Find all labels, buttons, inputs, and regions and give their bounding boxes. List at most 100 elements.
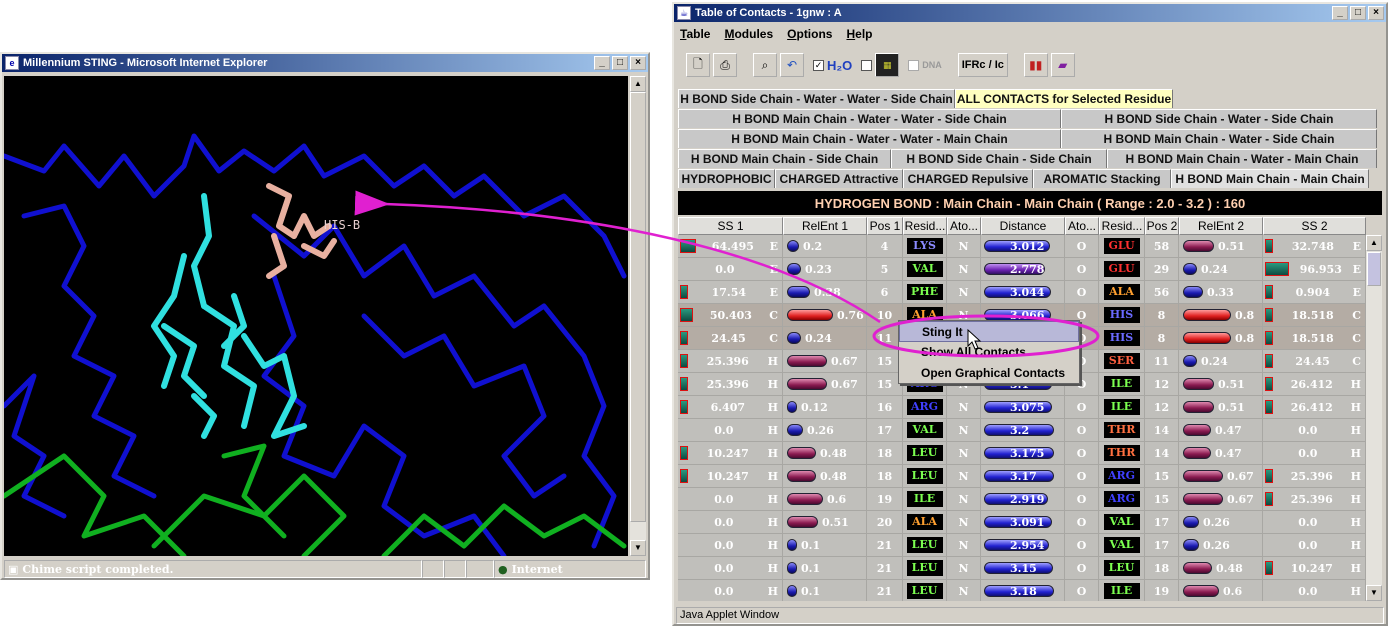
molecule-viewer[interactable]: HIS-B [4, 76, 628, 556]
ss-bar [680, 239, 697, 253]
col-ss1[interactable]: SS 1 [678, 217, 783, 235]
tab-hb-sc-sc[interactable]: H BOND Side Chain - Side Chain [891, 149, 1107, 168]
ie-zone: ● Internet [494, 560, 646, 578]
print-button[interactable]: ⎙ [713, 53, 737, 77]
table-row[interactable]: 0.0 H 0.26 17 VAL N 3.2 O THR 14 0.47 0.0 H [678, 419, 1366, 442]
ifrc-button[interactable]: IFRc / Ic [957, 53, 1008, 77]
ie-titlebar[interactable]: e Millennium STING - Microsoft Internet … [2, 54, 648, 72]
residue-name: LEU [906, 468, 943, 484]
relent-cell: 0.6 [1179, 580, 1263, 601]
pos-cell: 17 [867, 419, 903, 441]
col-relent2[interactable]: RelEnt 2 [1179, 217, 1263, 235]
color-scheme-button[interactable]: ▦ [875, 53, 900, 77]
tab-hydrophobic[interactable]: HYDROPHOBIC [678, 169, 775, 188]
table-row[interactable]: 17.54 E 0.38 6 PHE N 3.044 O ALA 56 0.33 0.904 E [678, 281, 1366, 304]
ss-bar [680, 400, 688, 414]
col-resid1[interactable]: Resid... [903, 217, 947, 235]
menu-help[interactable]: Help [846, 27, 872, 41]
ss-value: 0.0 [715, 262, 735, 276]
bar-chart-button[interactable]: ▮▮ [1023, 53, 1048, 77]
menu-table[interactable]: Table [680, 27, 710, 41]
relent-cell: 0.47 [1179, 442, 1263, 464]
menu-item-sting-it[interactable]: Sting It [899, 321, 1079, 342]
minimize-icon[interactable]: _ [594, 56, 610, 70]
ie-status-bar: ▣ Chime script completed. ● Internet [4, 560, 646, 578]
tab-hb-mc-mc[interactable]: H BOND Main Chain - Main Chain [1171, 169, 1369, 188]
table-row[interactable]: 0.0 H 0.1 21 LEU N 3.15 O LEU 18 0.48 10.247 H [678, 557, 1366, 580]
tab-aromatic-stacking[interactable]: AROMATIC Stacking [1033, 169, 1171, 188]
backbone-blue [361, 313, 567, 499]
ie-vertical-scrollbar[interactable]: ▲ ▼ [630, 76, 646, 556]
col-atom2[interactable]: Ato... [1065, 217, 1099, 235]
table-row[interactable]: 10.247 H 0.48 18 LEU N 3.17 O ARG 15 0.67 25.396 H [678, 465, 1366, 488]
scroll-down-icon[interactable]: ▼ [630, 540, 646, 556]
tab-all-contacts[interactable]: ALL CONTACTS for Selected Residue [955, 89, 1173, 108]
menu-item-show-all-contacts[interactable]: Show All Contacts [899, 342, 1079, 363]
atom-cell: O [1065, 235, 1099, 257]
dna-checkbox[interactable] [908, 59, 920, 71]
relent-cell: 0.67 [1179, 488, 1263, 510]
relent-value: 0.76 [837, 308, 864, 322]
col-relent1[interactable]: RelEnt 1 [783, 217, 867, 235]
tab-hb-mc-w-sc[interactable]: H BOND Main Chain - Water - Side Chain [1061, 129, 1377, 148]
col-pos1[interactable]: Pos 1 [867, 217, 903, 235]
tab-hb-mc-w-w-mc[interactable]: H BOND Main Chain - Water - Water - Main… [678, 129, 1061, 148]
maximize-icon[interactable]: □ [612, 56, 628, 70]
table-row[interactable]: 0.0 H 0.51 20 ALA N 3.091 O VAL 17 0.26 0.0 H [678, 511, 1366, 534]
ss-cell: 0.0 H [1263, 511, 1366, 533]
scroll-thumb[interactable] [1367, 252, 1381, 286]
col-distance[interactable]: Distance [981, 217, 1065, 235]
menu-item-open-graphical-contacts[interactable]: Open Graphical Contacts [899, 363, 1079, 384]
residue-name: ILE [906, 491, 943, 507]
menu-modules[interactable]: Modules [724, 27, 773, 41]
tab-charged-repulsive[interactable]: CHARGED Repulsive [903, 169, 1033, 188]
undo-icon: ↶ [786, 58, 798, 72]
col-atom1[interactable]: Ato... [947, 217, 981, 235]
scroll-down-icon[interactable]: ▼ [1366, 585, 1382, 601]
table-row[interactable]: 0.0 H 0.6 19 ILE N 2.919 O ARG 15 0.67 25.396 H [678, 488, 1366, 511]
table-row[interactable]: 0.0 H 0.1 21 LEU N 2.954 O VAL 17 0.26 0.0 H [678, 534, 1366, 557]
col-ss2[interactable]: SS 2 [1263, 217, 1366, 235]
scroll-up-icon[interactable]: ▲ [630, 76, 646, 92]
table-row[interactable]: 10.247 H 0.48 18 LEU N 3.175 O THR 14 0.47 0.0 H [678, 442, 1366, 465]
undo-button[interactable]: ↶ [780, 53, 804, 77]
tab-hb-mc-w-w-sc[interactable]: H BOND Main Chain - Water - Water - Side… [678, 109, 1061, 128]
table-row[interactable]: 0.0 E 0.23 5 VAL N 2.778 O GLU 29 0.24 96.953 E [678, 258, 1366, 281]
pos-cell: 14 [1145, 419, 1179, 441]
col-pos2[interactable]: Pos 2 [1145, 217, 1179, 235]
residue-cell: LEU [903, 580, 947, 601]
relent-bar [1183, 539, 1199, 551]
table-vertical-scrollbar[interactable]: ▲ ▼ [1366, 235, 1382, 601]
contacts-titlebar[interactable]: ☕ Table of Contacts - 1gnw : A _ □ × [674, 4, 1386, 22]
table-row[interactable]: 6.407 H 0.12 16 ARG N 3.075 O ILE 12 0.51 26.412 H [678, 396, 1366, 419]
ss-type: H [767, 492, 778, 506]
maximize-icon[interactable]: □ [1350, 6, 1366, 20]
new-document-button[interactable]: 🗋 [686, 53, 710, 77]
find-button[interactable]: ⌕ [753, 53, 777, 77]
ss-value: 50.403 [709, 308, 752, 322]
contacts-table[interactable]: 64.495 E 0.2 4 LYS N 3.012 O GLU 58 0.51 32.748 E 0.0… [678, 235, 1366, 601]
table-row[interactable]: 0.0 H 0.1 21 LEU N 3.18 O ILE 19 0.6 0.0 H [678, 580, 1366, 601]
relent-bar [787, 401, 797, 413]
col-resid2[interactable]: Resid... [1099, 217, 1145, 235]
tab-charged-attractive[interactable]: CHARGED Attractive [775, 169, 903, 188]
tab-hb-mc-w-mc[interactable]: H BOND Main Chain - Water - Main Chain [1107, 149, 1377, 168]
table-row[interactable]: 64.495 E 0.2 4 LYS N 3.012 O GLU 58 0.51 32.748 E [678, 235, 1366, 258]
atom-cell: N [947, 488, 981, 510]
ss-type: E [769, 262, 778, 276]
tab-row-4: H BOND Main Chain - Side Chain H BOND Si… [678, 149, 1377, 168]
tab-hb-mc-sc[interactable]: H BOND Main Chain - Side Chain [678, 149, 891, 168]
book-button[interactable]: ▰ [1050, 53, 1075, 77]
close-icon[interactable]: × [630, 56, 646, 70]
water-checkbox[interactable]: ✓ [813, 59, 824, 71]
tab-hb-sc-w-sc[interactable]: H BOND Side Chain - Water - Side Chain [1061, 109, 1377, 128]
close-icon[interactable]: × [1368, 6, 1384, 20]
colors-checkbox[interactable] [861, 59, 873, 71]
scroll-thumb[interactable] [630, 92, 646, 522]
minimize-icon[interactable]: _ [1332, 6, 1348, 20]
scroll-up-icon[interactable]: ▲ [1366, 235, 1382, 251]
ss-cell: 18.518 C [1263, 327, 1366, 349]
menu-options[interactable]: Options [787, 27, 832, 41]
pos-cell: 17 [1145, 534, 1179, 556]
tab-hb-sc-w-w-sc[interactable]: H BOND Side Chain - Water - Water - Side… [678, 89, 955, 108]
